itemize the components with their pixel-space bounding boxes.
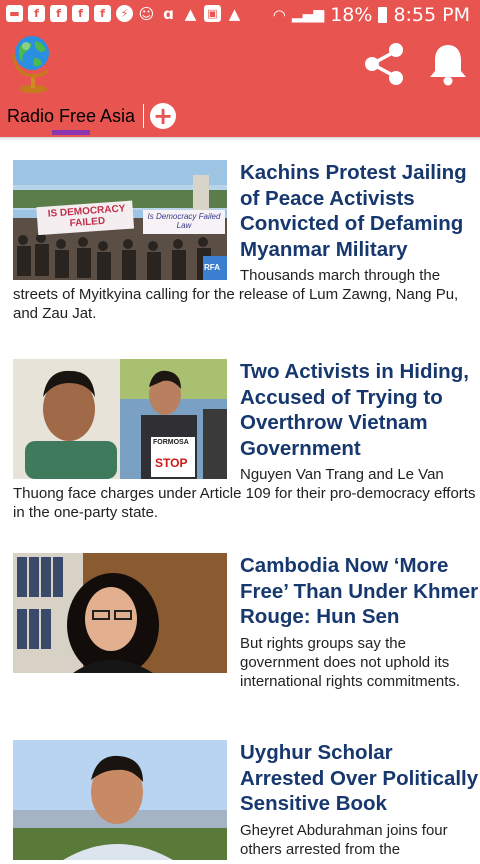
facebook-icon: f bbox=[72, 5, 89, 22]
article-item[interactable]: Cambodia Now ‘More Free’ Than Under Khme… bbox=[13, 553, 479, 691]
image-icon: ▣ bbox=[204, 5, 221, 22]
activists-photo bbox=[13, 359, 227, 479]
messages-icon: ▬ bbox=[6, 5, 23, 22]
tab-radio-free-asia[interactable]: Radio Free Asia bbox=[7, 106, 135, 127]
facebook-icon: f bbox=[50, 5, 67, 22]
app-bar-shadow bbox=[0, 137, 480, 141]
share-icon[interactable] bbox=[360, 40, 408, 88]
facebook-icon: f bbox=[28, 5, 45, 22]
battery-icon bbox=[378, 7, 388, 23]
notification-icons: ▬ f f f f ⚡ ☺ ɑ ▲ ▣ ▲ bbox=[6, 4, 243, 23]
article-thumbnail bbox=[13, 553, 227, 673]
scholar-photo bbox=[13, 740, 227, 860]
facebook-icon: f bbox=[94, 5, 111, 22]
status-bar: ▬ f f f f ⚡ ☺ ɑ ▲ ▣ ▲ ◠ ▂▄▆ 18% 8:55 PM bbox=[0, 0, 480, 32]
plus-icon[interactable]: + bbox=[150, 103, 176, 129]
tab-bar: Radio Free Asia + bbox=[0, 96, 480, 137]
battery-level: 18% bbox=[330, 4, 373, 26]
protest-sign: FORMOSA bbox=[153, 439, 189, 446]
article-item[interactable]: Uyghur Scholar Arrested Over Politically… bbox=[13, 740, 479, 864]
warning-icon: ▲ bbox=[184, 4, 197, 23]
cat-icon: ☺ bbox=[138, 4, 155, 23]
rfa-badge: RFA bbox=[204, 263, 220, 272]
signal-icon: ▂▄▆ bbox=[291, 7, 325, 23]
article-item[interactable]: IS DEMOCRACY FAILED Is Democracy Failed … bbox=[13, 160, 479, 323]
bell-icon[interactable] bbox=[426, 41, 470, 87]
protest-sign: Is Democracy Failed Law bbox=[147, 212, 221, 230]
article-thumbnail bbox=[13, 740, 227, 860]
article-item[interactable]: FORMOSA STOP Two Activists in Hiding, Ac… bbox=[13, 359, 479, 522]
globe-icon[interactable] bbox=[8, 32, 56, 94]
article-thumbnail: FORMOSA STOP bbox=[13, 359, 227, 479]
app-icon: ɑ bbox=[163, 4, 174, 23]
messenger-icon: ⚡ bbox=[116, 5, 133, 22]
wifi-icon: ◠ bbox=[272, 6, 286, 24]
warning-icon: ▲ bbox=[228, 4, 241, 23]
tab-selected-indicator bbox=[52, 130, 90, 135]
portrait-photo bbox=[13, 553, 227, 673]
article-thumbnail: IS DEMOCRACY FAILED Is Democracy Failed … bbox=[13, 160, 227, 280]
tab-divider bbox=[143, 104, 144, 128]
clock: 8:55 PM bbox=[393, 4, 470, 26]
protest-sign: STOP bbox=[155, 456, 188, 470]
